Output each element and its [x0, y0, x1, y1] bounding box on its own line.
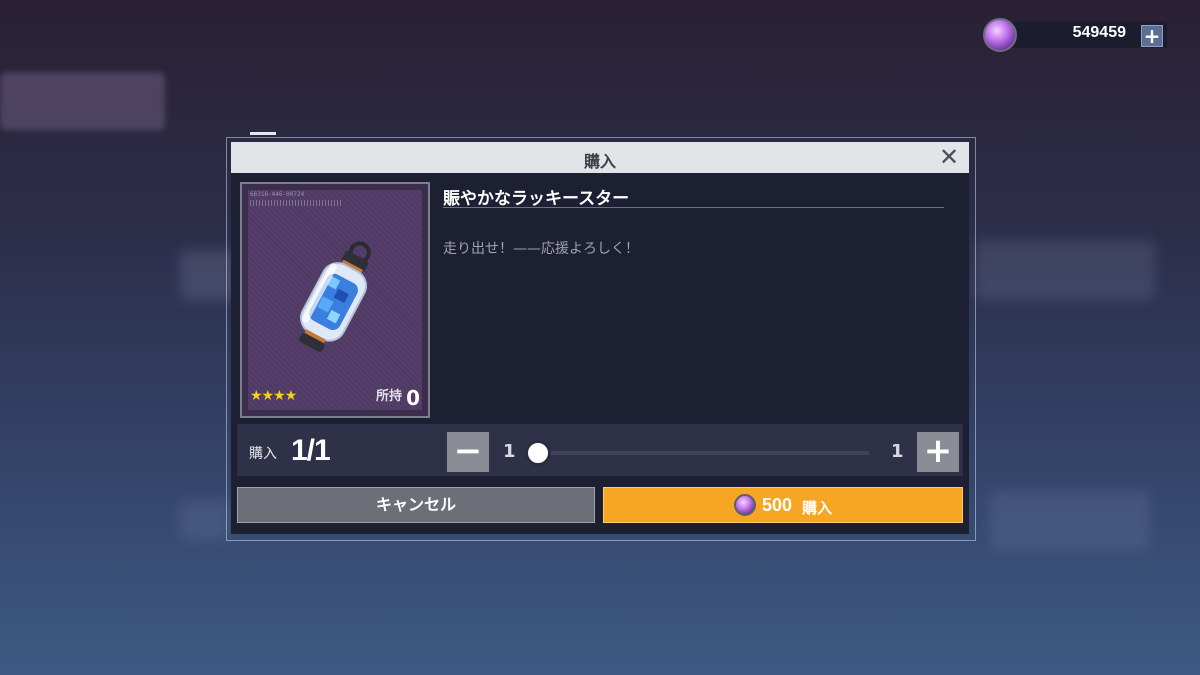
- add-currency-button[interactable]: +: [1141, 25, 1163, 47]
- background-panel: [0, 72, 165, 130]
- gem-icon: [734, 494, 756, 516]
- cancel-button[interactable]: キャンセル: [237, 487, 595, 523]
- item-description: 走り出せ！——応援よろしく！: [443, 241, 639, 257]
- rarity-stars: ★★★★: [250, 388, 297, 404]
- item-card: 66316-446-00724 ★★★★ 所持 0: [240, 182, 430, 418]
- item-code: 66316-446-00724: [250, 191, 305, 198]
- dialog-titlebar: 購入 ✕: [231, 142, 969, 173]
- lantern-bottle-icon: [299, 241, 371, 352]
- background-panel: [990, 490, 1150, 550]
- buy-price: 500: [762, 495, 793, 515]
- quantity-label: 購入: [249, 446, 277, 462]
- owned-label: 所持: [375, 389, 402, 404]
- divider: [443, 207, 944, 208]
- slider-max-value: 1: [891, 441, 904, 462]
- quantity-selector: 購入 1/1 − 1 1 +: [237, 424, 963, 476]
- buy-button[interactable]: 500 購入: [603, 487, 963, 523]
- purchase-dialog: 購入 ✕ 66316-446-00724 ★★★★ 所持 0 賑やかなラッキース…: [231, 142, 969, 534]
- owned-count: 0: [406, 386, 420, 410]
- background-panel: [975, 240, 1155, 300]
- quantity-slider-track[interactable]: [529, 451, 869, 455]
- gem-icon: [983, 18, 1017, 52]
- currency-amount: 549459: [1072, 24, 1126, 41]
- frame-tick: [250, 132, 276, 135]
- dialog-title: 購入: [583, 152, 616, 171]
- item-name: 賑やかなラッキースター: [443, 189, 630, 209]
- close-icon[interactable]: ✕: [937, 144, 961, 170]
- increase-quantity-button[interactable]: +: [917, 432, 959, 472]
- slider-min-value: 1: [503, 441, 516, 462]
- currency-display: 549459 +: [983, 18, 1183, 52]
- buy-label: 購入: [802, 499, 833, 517]
- quantity-slider-handle[interactable]: [525, 440, 551, 466]
- decrease-quantity-button[interactable]: −: [447, 432, 489, 472]
- quantity-value: 1/1: [291, 434, 331, 467]
- background-panel: [180, 500, 230, 540]
- barcode-graphic: [250, 200, 342, 206]
